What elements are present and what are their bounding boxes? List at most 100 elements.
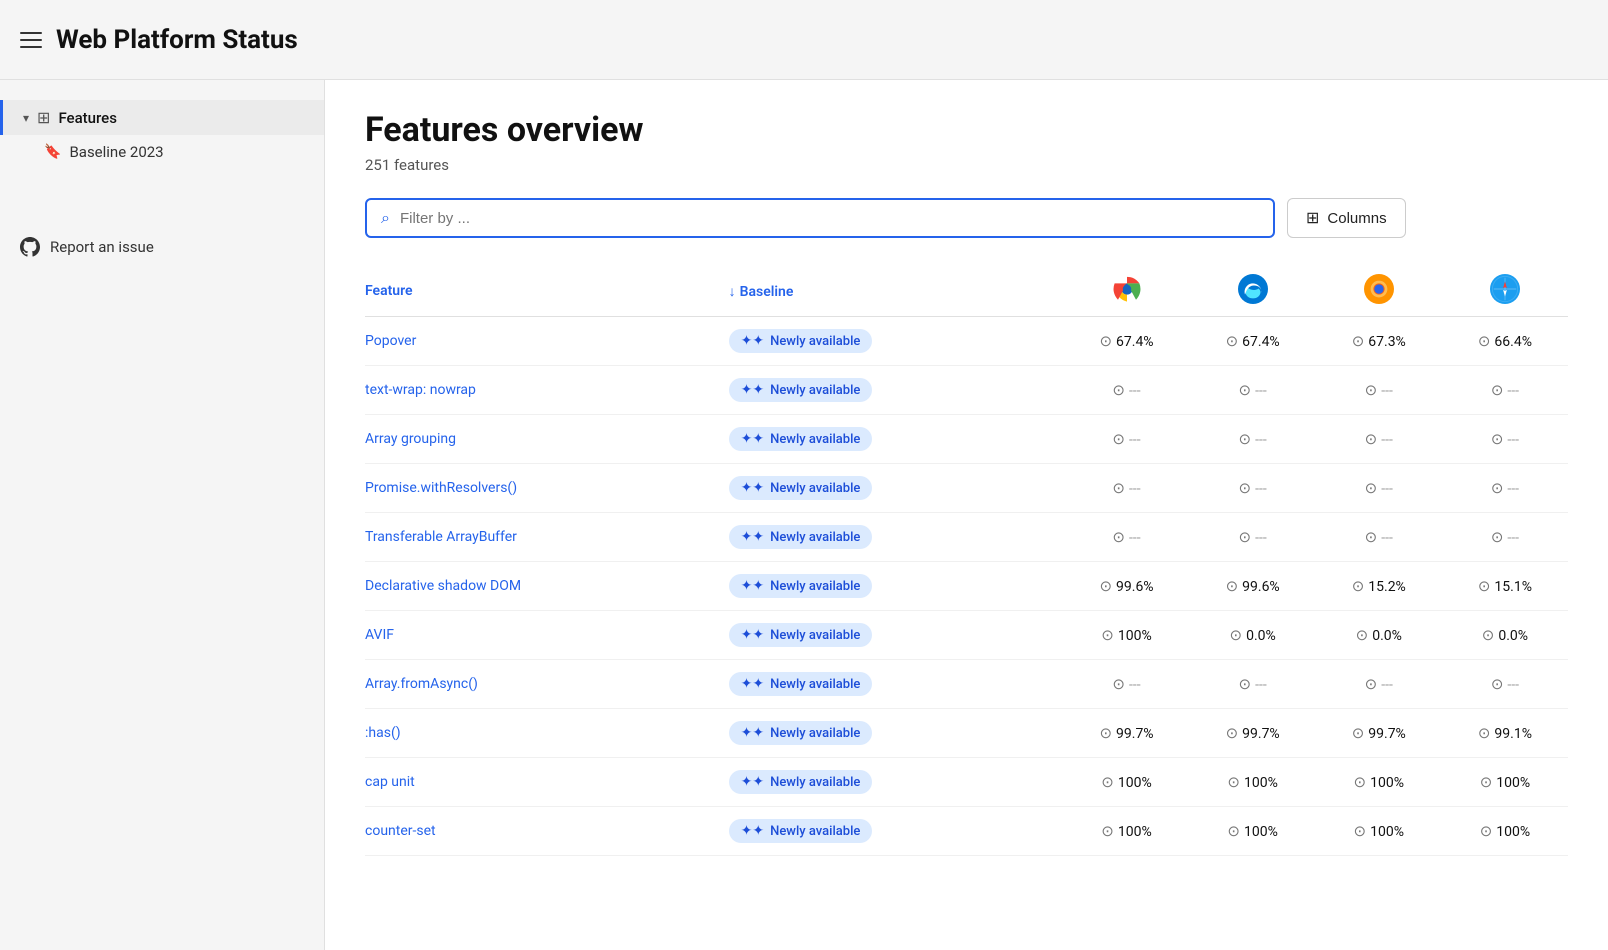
chrome-cell: ⊙100% <box>1063 611 1189 660</box>
edge-logo <box>1238 274 1268 304</box>
columns-label: Columns <box>1327 210 1386 227</box>
feature-link[interactable]: Transferable ArrayBuffer <box>365 529 517 545</box>
feature-link[interactable]: Popover <box>365 333 416 349</box>
edge-cell: ⊙--- <box>1190 660 1316 709</box>
columns-button[interactable]: ⊞ Columns <box>1287 198 1406 238</box>
safari-cell: ⊙100% <box>1442 807 1568 856</box>
firefox-cell: ⊙0.0% <box>1316 611 1442 660</box>
feature-link[interactable]: counter-set <box>365 823 436 839</box>
safari-cell: ⊙--- <box>1442 464 1568 513</box>
sidebar-features-label: Features <box>58 109 116 127</box>
table-row: text-wrap: nowrap ✦✦ Newly available ⊙--… <box>365 366 1568 415</box>
feature-link[interactable]: cap unit <box>365 774 415 790</box>
sparkle-icon: ✦✦ <box>741 480 764 496</box>
edge-cell: ⊙--- <box>1190 415 1316 464</box>
filter-search-icon: ⌕ <box>381 208 390 228</box>
edge-cell: ⊙100% <box>1190 758 1316 807</box>
chrome-cell: ⊙--- <box>1063 415 1189 464</box>
table-row: AVIF ✦✦ Newly available ⊙100% ⊙0.0% ⊙0.0… <box>365 611 1568 660</box>
feature-link[interactable]: :has() <box>365 725 401 741</box>
firefox-cell: ⊙--- <box>1316 513 1442 562</box>
baseline-badge: ✦✦ Newly available <box>729 623 873 647</box>
chrome-cell: ⊙99.7% <box>1063 709 1189 758</box>
filter-input[interactable] <box>400 210 1259 227</box>
bookmark-icon: 🔖 <box>44 144 61 160</box>
edge-cell: ⊙99.7% <box>1190 709 1316 758</box>
firefox-cell: ⊙100% <box>1316 758 1442 807</box>
col-feature[interactable]: Feature <box>365 266 729 317</box>
firefox-cell: ⊙100% <box>1316 807 1442 856</box>
baseline-badge: ✦✦ Newly available <box>729 770 873 794</box>
filter-input-wrapper: ⌕ <box>365 198 1275 238</box>
chrome-cell: ⊙--- <box>1063 660 1189 709</box>
safari-logo <box>1490 274 1520 304</box>
edge-cell: ⊙0.0% <box>1190 611 1316 660</box>
top-nav: Web Platform Status <box>0 0 1608 80</box>
chrome-cell: ⊙--- <box>1063 366 1189 415</box>
baseline-badge: ✦✦ Newly available <box>729 574 873 598</box>
chrome-cell: ⊙--- <box>1063 513 1189 562</box>
sparkle-icon: ✦✦ <box>741 382 764 398</box>
table-row: Array.fromAsync() ✦✦ Newly available ⊙--… <box>365 660 1568 709</box>
baseline-badge: ✦✦ Newly available <box>729 378 873 402</box>
safari-cell: ⊙99.1% <box>1442 709 1568 758</box>
col-safari <box>1442 266 1568 317</box>
main-content: Features overview 251 features ⌕ ⊞ Colum… <box>325 80 1608 950</box>
table-row: cap unit ✦✦ Newly available ⊙100% ⊙100% … <box>365 758 1568 807</box>
edge-cell: ⊙67.4% <box>1190 317 1316 366</box>
table-row: Popover ✦✦ Newly available ⊙67.4% ⊙67.4%… <box>365 317 1568 366</box>
baseline-badge: ✦✦ Newly available <box>729 329 873 353</box>
firefox-cell: ⊙--- <box>1316 464 1442 513</box>
col-baseline[interactable]: ↓Baseline <box>729 266 1064 317</box>
feature-link[interactable]: text-wrap: nowrap <box>365 382 476 398</box>
edge-cell: ⊙100% <box>1190 807 1316 856</box>
firefox-cell: ⊙15.2% <box>1316 562 1442 611</box>
sparkle-icon: ✦✦ <box>741 774 764 790</box>
table-row: Array grouping ✦✦ Newly available ⊙--- ⊙… <box>365 415 1568 464</box>
sparkle-icon: ✦✦ <box>741 529 764 545</box>
features-table: Feature ↓Baseline <box>365 266 1568 856</box>
table-header-row: Feature ↓Baseline <box>365 266 1568 317</box>
chrome-cell: ⊙67.4% <box>1063 317 1189 366</box>
baseline-badge: ✦✦ Newly available <box>729 721 873 745</box>
feature-link[interactable]: Array grouping <box>365 431 456 447</box>
sparkle-icon: ✦✦ <box>741 676 764 692</box>
columns-icon: ⊞ <box>1306 208 1319 228</box>
sparkle-icon: ✦✦ <box>741 823 764 839</box>
sidebar: ▾ ⊞ Features 🔖 Baseline 2023 Report an i… <box>0 80 325 950</box>
edge-cell: ⊙--- <box>1190 464 1316 513</box>
firefox-cell: ⊙--- <box>1316 415 1442 464</box>
sidebar-item-baseline[interactable]: 🔖 Baseline 2023 <box>0 135 324 169</box>
safari-cell: ⊙0.0% <box>1442 611 1568 660</box>
safari-cell: ⊙--- <box>1442 513 1568 562</box>
sort-arrow-icon: ↓ <box>729 284 736 300</box>
feature-link[interactable]: AVIF <box>365 627 394 643</box>
chrome-cell: ⊙100% <box>1063 807 1189 856</box>
baseline-badge: ✦✦ Newly available <box>729 427 873 451</box>
safari-cell: ⊙--- <box>1442 366 1568 415</box>
page-title: Features overview <box>365 110 1568 150</box>
edge-cell: ⊙99.6% <box>1190 562 1316 611</box>
sidebar-item-features[interactable]: ▾ ⊞ Features <box>0 100 324 135</box>
safari-cell: ⊙100% <box>1442 758 1568 807</box>
app-title: Web Platform Status <box>56 25 298 55</box>
feature-link[interactable]: Array.fromAsync() <box>365 676 478 692</box>
chevron-down-icon: ▾ <box>23 111 29 125</box>
safari-cell: ⊙--- <box>1442 415 1568 464</box>
feature-link[interactable]: Promise.withResolvers() <box>365 480 517 496</box>
feature-link[interactable]: Declarative shadow DOM <box>365 578 521 594</box>
table-row: Declarative shadow DOM ✦✦ Newly availabl… <box>365 562 1568 611</box>
safari-cell: ⊙66.4% <box>1442 317 1568 366</box>
baseline-badge: ✦✦ Newly available <box>729 525 873 549</box>
safari-cell: ⊙15.1% <box>1442 562 1568 611</box>
sidebar-report-issue[interactable]: Report an issue <box>0 229 324 265</box>
sparkle-icon: ✦✦ <box>741 627 764 643</box>
sparkle-icon: ✦✦ <box>741 725 764 741</box>
hamburger-icon[interactable] <box>20 32 42 48</box>
firefox-cell: ⊙67.3% <box>1316 317 1442 366</box>
edge-cell: ⊙--- <box>1190 366 1316 415</box>
baseline-badge: ✦✦ Newly available <box>729 672 873 696</box>
col-chrome <box>1063 266 1189 317</box>
chrome-logo <box>1112 274 1142 304</box>
grid-icon: ⊞ <box>37 108 50 127</box>
